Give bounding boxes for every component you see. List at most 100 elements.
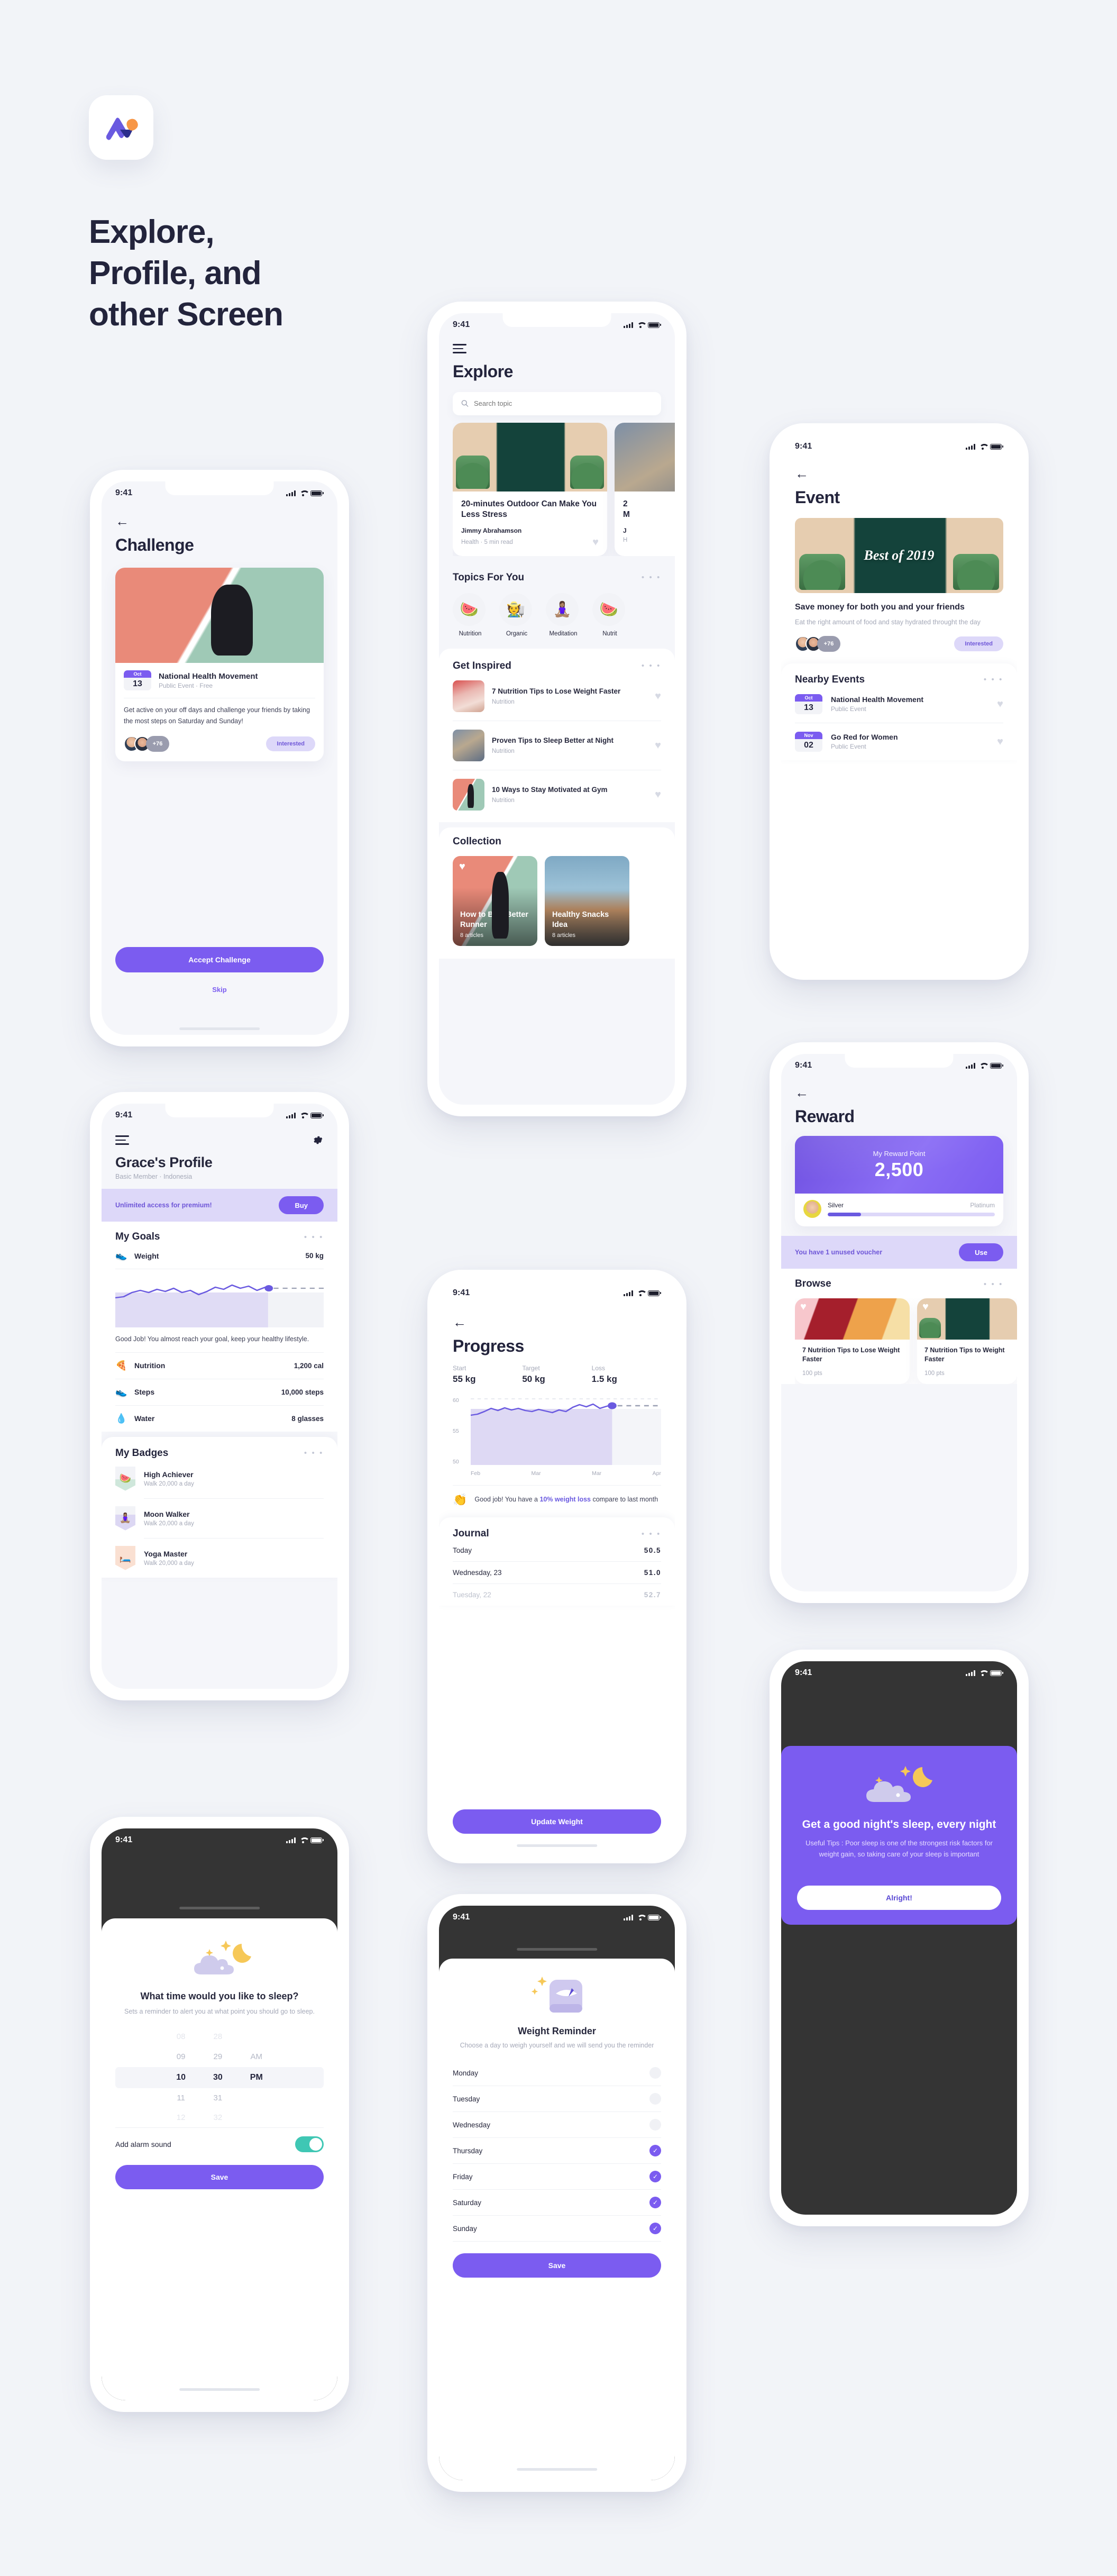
favorite-icon[interactable]: ♥ [655, 691, 661, 702]
menu-button[interactable] [453, 344, 466, 353]
collection-card[interactable]: Healthy Snacks Idea 8 articles [545, 855, 629, 946]
day-checkbox[interactable] [649, 2119, 661, 2131]
minute-column[interactable]: 28 29 30 31 32 [213, 2027, 223, 2127]
hour-option[interactable]: 09 [176, 2047, 186, 2067]
badge-row[interactable]: 🧘🏽‍♀️ Moon Walker Walk 20,000 a day [115, 1499, 324, 1538]
minute-option[interactable]: 28 [213, 2027, 223, 2047]
back-button[interactable]: ← [795, 1086, 1003, 1099]
save-button[interactable]: Save [115, 2164, 324, 2189]
hour-selected[interactable]: 10 [176, 2067, 186, 2088]
nearby-more-button[interactable]: • • • [984, 676, 1003, 684]
goal-row[interactable]: 🍕 Nutrition 1,200 cal [115, 1353, 324, 1379]
alarm-sound-toggle[interactable] [295, 2136, 324, 2152]
hour-column[interactable]: 08 09 10 11 12 [176, 2027, 186, 2127]
meridiem-option[interactable] [250, 2108, 263, 2127]
topic-item[interactable]: 🧑‍🌾 Organic [499, 593, 534, 637]
day-checkbox[interactable]: ✓ [649, 2145, 661, 2157]
day-checkbox[interactable] [649, 2067, 661, 2079]
favorite-icon[interactable]: ♥ [922, 1301, 929, 1312]
day-row[interactable]: Wednesday [453, 2112, 661, 2137]
interested-badge[interactable]: Interested [266, 736, 315, 751]
favorite-icon[interactable]: ♥ [592, 537, 599, 548]
sheet-grabber[interactable] [517, 1948, 597, 1951]
day-row[interactable]: Monday [453, 2060, 661, 2086]
back-button[interactable]: ← [795, 467, 1003, 480]
journal-row[interactable]: Wednesday, 23 51.0 [453, 1562, 661, 1583]
topics-more-button[interactable]: • • • [642, 574, 661, 581]
favorite-icon[interactable]: ♥ [800, 1301, 807, 1312]
list-item[interactable]: 7 Nutrition Tips to Lose Weight Faster N… [453, 672, 661, 721]
list-item[interactable]: Proven Tips to Sleep Better at Night Nut… [453, 721, 661, 770]
accept-challenge-button[interactable]: Accept Challenge [115, 947, 324, 972]
badge-row[interactable]: 🛏️ Yoga Master Walk 20,000 a day [115, 1539, 324, 1578]
alarm-sound-row[interactable]: Add alarm sound [115, 2128, 324, 2161]
nearby-event-row[interactable]: Nov 02 Go Red for Women Public Event ♥ [795, 723, 1003, 760]
day-row[interactable]: Sunday ✓ [453, 2216, 661, 2241]
update-weight-button[interactable]: Update Weight [453, 1809, 661, 1834]
buy-button[interactable]: Buy [279, 1196, 324, 1214]
goals-more-button[interactable]: • • • [304, 1233, 324, 1241]
interested-badge[interactable]: Interested [954, 636, 1003, 651]
journal-row[interactable]: Tuesday, 22 52.7 [453, 1584, 661, 1606]
day-checkbox[interactable]: ✓ [649, 2171, 661, 2183]
topic-item[interactable]: 🍉 Nutrition [453, 593, 488, 637]
minute-option[interactable]: 31 [213, 2088, 223, 2108]
gear-icon[interactable] [312, 1134, 324, 1146]
journal-more-button[interactable]: • • • [642, 1530, 661, 1538]
journal-row[interactable]: Today 50.5 [453, 1540, 661, 1561]
featured-article-card-next[interactable]: 2M J H [615, 422, 675, 556]
nearby-event-row[interactable]: Oct 13 National Health Movement Public E… [795, 686, 1003, 723]
goal-row-weight[interactable]: 👟 Weight 50 kg [115, 1243, 324, 1269]
browse-more-button[interactable]: • • • [984, 1280, 1003, 1288]
day-row[interactable]: Friday ✓ [453, 2164, 661, 2189]
hour-option[interactable]: 08 [176, 2027, 186, 2047]
day-checkbox[interactable]: ✓ [649, 2197, 661, 2209]
day-row[interactable]: Tuesday [453, 2086, 661, 2111]
favorite-icon[interactable]: ♥ [997, 699, 1003, 709]
minute-selected[interactable]: 30 [213, 2067, 223, 2088]
day-row[interactable]: Thursday ✓ [453, 2138, 661, 2163]
meridiem-option[interactable] [250, 2088, 263, 2108]
topic-item[interactable]: 🧘🏽‍♀️ Meditation [546, 593, 581, 637]
hour-option[interactable]: 11 [176, 2088, 186, 2108]
badge-title: Moon Walker [144, 1509, 190, 1518]
featured-article-card[interactable]: 20-minutes Outdoor Can Make You Less Str… [453, 422, 607, 556]
alright-button[interactable]: Alright! [797, 1885, 1001, 1910]
challenge-card[interactable]: Oct 13 National Health Movement Public E… [115, 568, 324, 761]
meridiem-option[interactable] [250, 2027, 263, 2047]
reward-card[interactable]: ♥ 7 Nutrition Tips to Weight Faster 100 … [917, 1298, 1017, 1384]
list-item[interactable]: 10 Ways to Stay Motivated at Gym Nutriti… [453, 770, 661, 819]
reward-card[interactable]: ♥ 7 Nutrition Tips to Lose Weight Faster… [795, 1298, 910, 1384]
meridiem-option[interactable]: AM [250, 2047, 263, 2067]
topic-item[interactable]: 🍉 Nutrit [592, 593, 627, 637]
minute-option[interactable]: 29 [213, 2047, 223, 2067]
meridiem-selected[interactable]: PM [250, 2067, 263, 2088]
hour-option[interactable]: 12 [176, 2108, 186, 2127]
skip-button[interactable]: Skip [102, 986, 337, 994]
collection-card[interactable]: ♥ How to Be a Better Runner 8 articles [453, 855, 537, 946]
day-checkbox[interactable] [649, 2093, 661, 2105]
search-field[interactable] [453, 392, 661, 415]
meridiem-column[interactable]: AM PM [250, 2027, 263, 2127]
day-checkbox[interactable]: ✓ [649, 2223, 661, 2235]
badges-more-button[interactable]: • • • [304, 1449, 324, 1457]
goal-row[interactable]: 👟 Steps 10,000 steps [115, 1379, 324, 1405]
menu-button[interactable] [115, 1135, 129, 1145]
note-prefix: Good job! You have a [474, 1496, 540, 1504]
minute-option[interactable]: 32 [213, 2108, 223, 2127]
save-button[interactable]: Save [453, 2253, 661, 2278]
sheet-grabber[interactable] [179, 1907, 260, 1909]
favorite-icon[interactable]: ♥ [655, 740, 661, 751]
search-input[interactable] [474, 399, 653, 408]
badge-row[interactable]: 🍉 High Achiever Walk 20,000 a day [115, 1459, 324, 1498]
back-button[interactable]: ← [115, 514, 324, 528]
use-voucher-button[interactable]: Use [959, 1243, 1003, 1261]
inspired-more-button[interactable]: • • • [642, 662, 661, 670]
goal-row[interactable]: 💧 Water 8 glasses [115, 1406, 324, 1432]
back-button[interactable]: ← [453, 1315, 661, 1329]
favorite-icon[interactable]: ♥ [459, 861, 465, 872]
day-row[interactable]: Saturday ✓ [453, 2190, 661, 2215]
favorite-icon[interactable]: ♥ [655, 789, 661, 800]
favorite-icon[interactable]: ♥ [997, 736, 1003, 747]
time-picker[interactable]: 08 09 10 11 12 28 29 30 31 32 AM PM [115, 2027, 324, 2127]
